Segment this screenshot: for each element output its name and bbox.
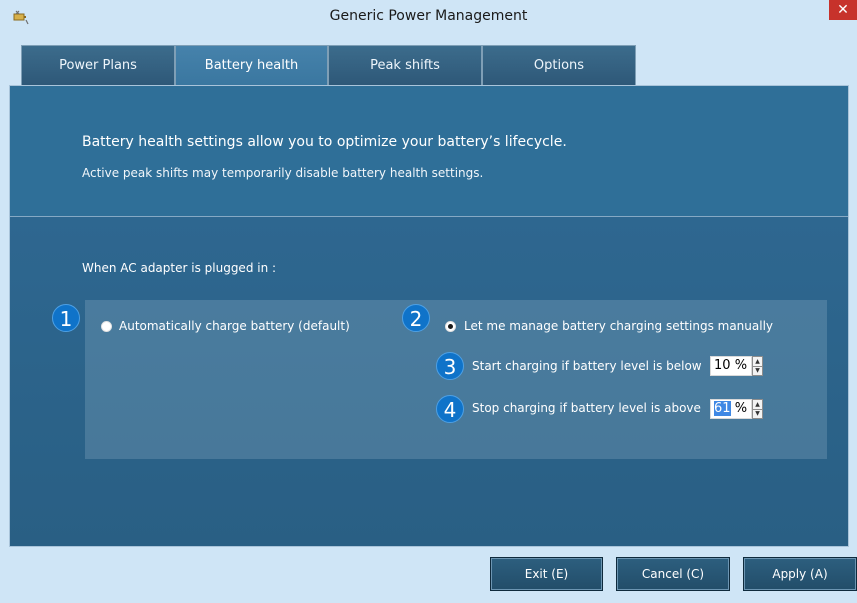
peak-shift-note: Active peak shifts may temporarily disab…	[82, 166, 484, 180]
description-band: Battery health settings allow you to opt…	[10, 86, 848, 216]
stop-threshold-value: 61	[714, 401, 731, 416]
apply-button[interactable]: Apply (A)	[743, 557, 857, 591]
start-threshold-unit: %	[734, 358, 748, 373]
stop-charging-label: Stop charging if battery level is above	[472, 401, 701, 415]
start-threshold-spinner[interactable]: ▲ ▼	[752, 356, 763, 376]
auto-charge-label[interactable]: Automatically charge battery (default)	[119, 319, 350, 333]
start-charging-label: Start charging if battery level is below	[472, 359, 702, 373]
tab-power-plans[interactable]: Power Plans	[21, 45, 175, 85]
start-threshold-input[interactable]: 10 %	[710, 356, 752, 376]
exit-button[interactable]: Exit (E)	[490, 557, 603, 591]
window-title: Generic Power Management	[329, 8, 528, 24]
manual-charge-label[interactable]: Let me manage battery charging settings …	[464, 319, 773, 333]
stop-threshold-spinner[interactable]: ▲ ▼	[752, 399, 763, 419]
auto-charge-radio[interactable]	[101, 321, 112, 332]
description-text: Battery health settings allow you to opt…	[82, 134, 567, 150]
tab-options[interactable]: Options	[482, 45, 636, 85]
start-threshold-value: 10	[714, 358, 731, 373]
spin-down-icon[interactable]: ▼	[753, 366, 762, 375]
stop-threshold-unit: %	[734, 401, 748, 416]
close-button[interactable]: ✕	[829, 0, 857, 20]
tab-battery-health[interactable]: Battery health	[175, 45, 328, 85]
close-icon: ✕	[837, 2, 849, 18]
stop-threshold-input[interactable]: 61 %	[710, 399, 752, 419]
cancel-button[interactable]: Cancel (C)	[616, 557, 730, 591]
app-window: Generic Power Management ✕ Power Plans B…	[0, 0, 857, 603]
section-label: When AC adapter is plugged in :	[82, 261, 277, 275]
tab-peak-shifts[interactable]: Peak shifts	[328, 45, 482, 85]
step-badge-4: 4	[436, 395, 464, 423]
spin-down-icon[interactable]: ▼	[753, 409, 762, 418]
title-bar: Generic Power Management ✕	[0, 0, 857, 35]
manual-charge-radio[interactable]	[445, 321, 456, 332]
step-badge-1: 1	[52, 304, 80, 332]
step-badge-2: 2	[402, 304, 430, 332]
step-badge-3: 3	[436, 352, 464, 380]
tab-content: Battery health settings allow you to opt…	[9, 85, 849, 547]
